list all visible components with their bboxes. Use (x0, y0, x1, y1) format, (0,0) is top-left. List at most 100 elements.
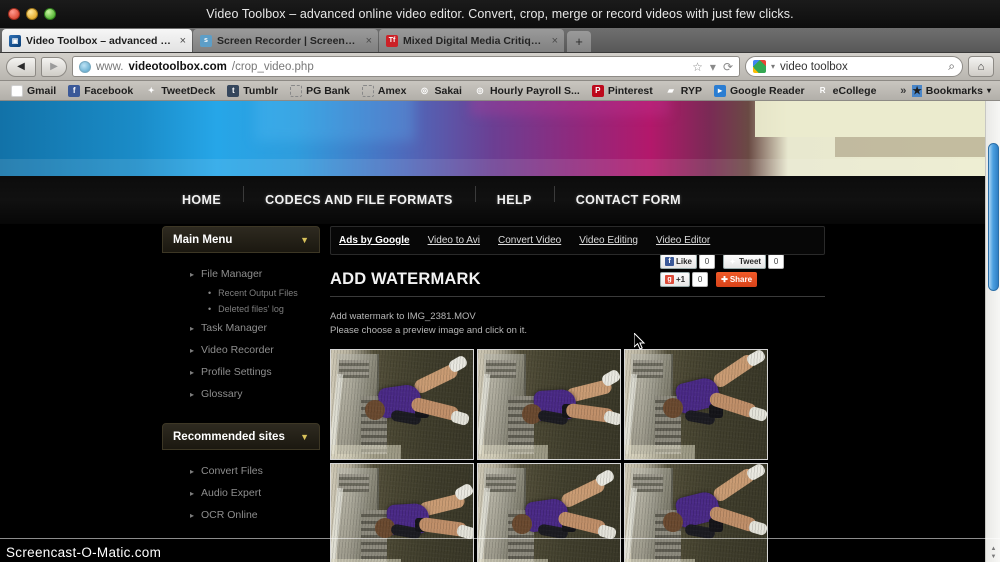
chevron-down-icon[interactable]: ▾ (710, 60, 716, 74)
chevron-down-icon[interactable]: ▼ (300, 432, 309, 442)
tumblr-icon: t (227, 85, 239, 97)
chevron-down-icon[interactable]: ▾ (987, 86, 991, 95)
video-frame-thumbnail[interactable] (477, 349, 621, 460)
nav-link-codecs[interactable]: CODECS AND FILE FORMATS (243, 193, 475, 207)
url-prefix: www. (96, 61, 123, 73)
scrollbar-thumb[interactable] (988, 143, 999, 291)
nav-link-contact[interactable]: CONTACT FORM (554, 193, 703, 207)
window-traffic-lights (8, 8, 56, 20)
tab-strip: ▣ Video Toolbox – advanced onlin... × s … (0, 28, 1000, 53)
bookmark-gmail[interactable]: M Gmail (5, 85, 62, 97)
sidebar-item-video-recorder[interactable]: ▸ Video Recorder (162, 339, 320, 361)
page-viewport: HOME CODECS AND FILE FORMATS HELP CONTAC… (0, 101, 1000, 562)
sidebar-subitem-label: Deleted files' log (218, 304, 284, 314)
bookmark-tweetdeck[interactable]: ✦ TweetDeck (139, 85, 221, 97)
sidebar-subitem-label: Recent Output Files (218, 288, 298, 298)
bookmark-facebook[interactable]: f Facebook (62, 85, 139, 97)
search-engine-caret-icon[interactable]: ▾ (771, 62, 775, 71)
sidebar-item-label: Profile Settings (201, 366, 272, 378)
back-button[interactable]: ◀ (6, 57, 36, 77)
bookmark-ecollege[interactable]: R eCollege (811, 85, 883, 97)
vertical-scrollbar[interactable]: ▲ ▼ (985, 101, 1000, 562)
minimize-window-button[interactable] (26, 8, 38, 20)
reload-icon[interactable]: ⟳ (723, 60, 733, 74)
bullet-arrow-icon: ▸ (190, 467, 194, 476)
banner-glow-blue (255, 101, 415, 141)
bookmark-pinterest[interactable]: P Pinterest (586, 85, 659, 97)
search-input-value[interactable]: video toolbox (780, 61, 848, 73)
ads-by-google-label[interactable]: Ads by Google (339, 235, 410, 246)
ad-link-convert-video[interactable]: Convert Video (498, 235, 561, 246)
video-frame-thumbnail[interactable] (624, 349, 768, 460)
tab-label: Mixed Digital Media Critique – ... (403, 35, 547, 47)
banner-glow-magenta (470, 101, 670, 116)
window-titlebar: Video Toolbox – advanced online video ed… (0, 0, 1000, 28)
sidebar-subitem-recent-output-files[interactable]: • Recent Output Files (162, 285, 320, 301)
sidebar-subitem-deleted-files-log[interactable]: • Deleted files' log (162, 301, 320, 317)
sidebar-panel-main-menu-header[interactable]: Main Menu ▼ (162, 226, 320, 253)
sidebar-panel-main-menu-body: ▸ File Manager • Recent Output Files • D… (162, 253, 320, 411)
ryp-icon: ▰ (665, 85, 677, 97)
bookmark-tumblr[interactable]: t Tumblr (221, 85, 284, 97)
tab-label: Video Toolbox – advanced onlin... (26, 35, 175, 47)
close-window-button[interactable] (8, 8, 20, 20)
sidebar-item-label: Convert Files (201, 465, 263, 477)
sidebar-item-convert-files[interactable]: ▸ Convert Files (162, 460, 320, 482)
close-icon[interactable]: × (366, 35, 372, 47)
google-reader-icon: ▸ (714, 85, 726, 97)
nav-link-home[interactable]: HOME (160, 193, 243, 207)
payroll-icon: ◎ (474, 85, 486, 97)
watermark-divider (0, 538, 1000, 539)
close-icon[interactable]: × (552, 35, 558, 47)
site-top-navigation: HOME CODECS AND FILE FORMATS HELP CONTAC… (0, 176, 985, 224)
videotoolbox-favicon-icon: ▣ (9, 35, 21, 47)
search-icon[interactable]: ⌕ (948, 59, 955, 74)
bookmark-label: RYP (681, 85, 702, 97)
ad-link-video-editing[interactable]: Video Editing (579, 235, 638, 246)
google-ads-bar: Ads by Google Video to Avi Convert Video… (330, 226, 825, 255)
close-icon[interactable]: × (180, 35, 186, 47)
bullet-arrow-icon: ▸ (190, 270, 194, 279)
bookmarks-menu-label[interactable]: Bookmarks (926, 85, 983, 97)
tab-screen-recorder[interactable]: s Screen Recorder | Screencast–O... × (193, 29, 378, 52)
window-title: Video Toolbox – advanced online video ed… (0, 7, 1000, 21)
home-button[interactable]: ⌂ (968, 56, 994, 77)
bookmark-amex[interactable]: Amex (356, 85, 413, 97)
sidebar-item-audio-expert[interactable]: ▸ Audio Expert (162, 482, 320, 504)
search-bar[interactable]: ▾ video toolbox ⌕ (745, 56, 963, 77)
tab-mixed-digital-media[interactable]: Tf Mixed Digital Media Critique – ... × (379, 29, 564, 52)
sidebar-panel-title: Recommended sites (173, 431, 285, 443)
sidebar-item-ocr-online[interactable]: ▸ OCR Online (162, 504, 320, 526)
new-tab-button[interactable]: + (567, 31, 591, 52)
sidebar-item-profile-settings[interactable]: ▸ Profile Settings (162, 361, 320, 383)
bookmark-pg-bank[interactable]: PG Bank (284, 85, 356, 97)
bookmark-sakai[interactable]: ◎ Sakai (412, 85, 467, 97)
maximize-window-button[interactable] (44, 8, 56, 20)
video-frame-thumbnail[interactable] (330, 349, 474, 460)
bullet-dot-icon: • (208, 304, 211, 314)
bookmarks-bar: M Gmail f Facebook ✦ TweetDeck t Tumblr … (0, 81, 1000, 101)
watermark-instruction-text: Please choose a preview image and click … (330, 324, 825, 338)
bookmark-ryp[interactable]: ▰ RYP (659, 85, 708, 97)
video-frame-thumbnail-grid (330, 349, 775, 562)
bookmarks-overflow-icon[interactable]: » (900, 85, 908, 97)
sidebar-panel-recommended-header[interactable]: Recommended sites ▼ (162, 423, 320, 450)
bookmark-google-reader[interactable]: ▸ Google Reader (708, 85, 811, 97)
ad-link-video-editor[interactable]: Video Editor (656, 235, 710, 246)
address-bar[interactable]: www. videotoolbox.com /crop_video.php ☆ … (72, 56, 740, 77)
bookmark-hourly-payroll[interactable]: ◎ Hourly Payroll S... (468, 85, 586, 97)
screencast-watermark: Screencast-O-Matic.com (0, 538, 1000, 562)
nav-link-help[interactable]: HELP (475, 193, 554, 207)
tab-video-toolbox[interactable]: ▣ Video Toolbox – advanced onlin... × (2, 29, 192, 52)
forward-button[interactable]: ▶ (41, 57, 67, 77)
twitter-bird-icon: ✦ (145, 85, 157, 97)
ad-link-video-to-avi[interactable]: Video to Avi (428, 235, 480, 246)
google-logo-icon (753, 60, 766, 73)
sidebar-item-glossary[interactable]: ▸ Glossary (162, 383, 320, 405)
sidebar-item-file-manager[interactable]: ▸ File Manager (162, 263, 320, 285)
sidebar-item-task-manager[interactable]: ▸ Task Manager (162, 317, 320, 339)
chevron-down-icon[interactable]: ▼ (300, 235, 309, 245)
url-path: /crop_video.php (232, 61, 314, 73)
bookmark-label: PG Bank (306, 85, 350, 97)
bookmark-star-icon[interactable]: ☆ (692, 60, 703, 74)
